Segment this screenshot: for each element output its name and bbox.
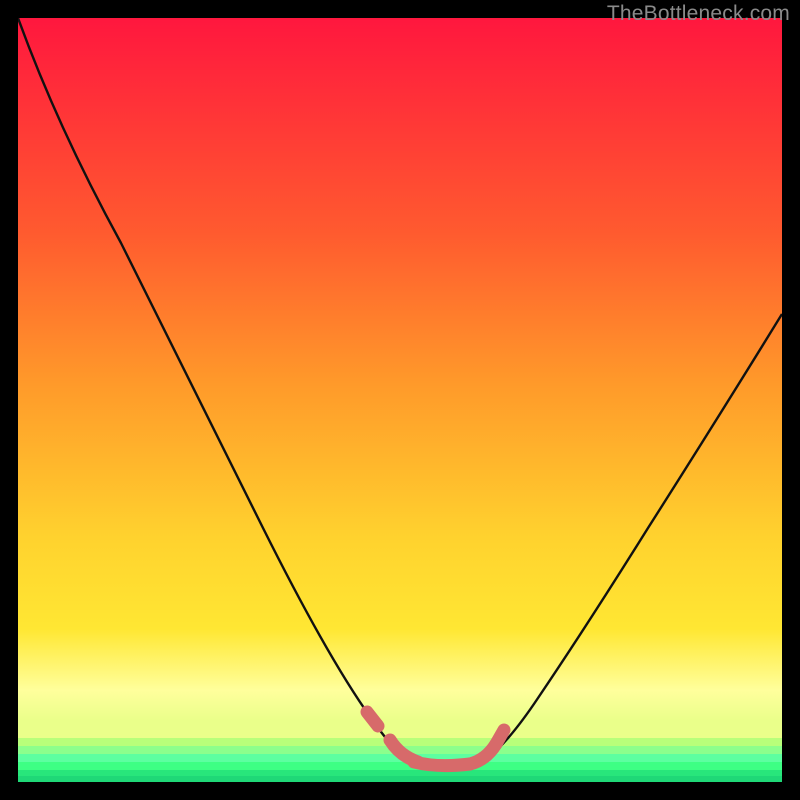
bottleneck-curve-left <box>18 18 406 758</box>
bottleneck-curve-right <box>488 314 782 758</box>
watermark-text: TheBottleneck.com <box>607 2 790 26</box>
plot-area <box>18 18 782 782</box>
chart-frame: TheBottleneck.com <box>0 0 800 800</box>
highlight-region <box>367 712 504 766</box>
curve-layer <box>18 18 782 782</box>
